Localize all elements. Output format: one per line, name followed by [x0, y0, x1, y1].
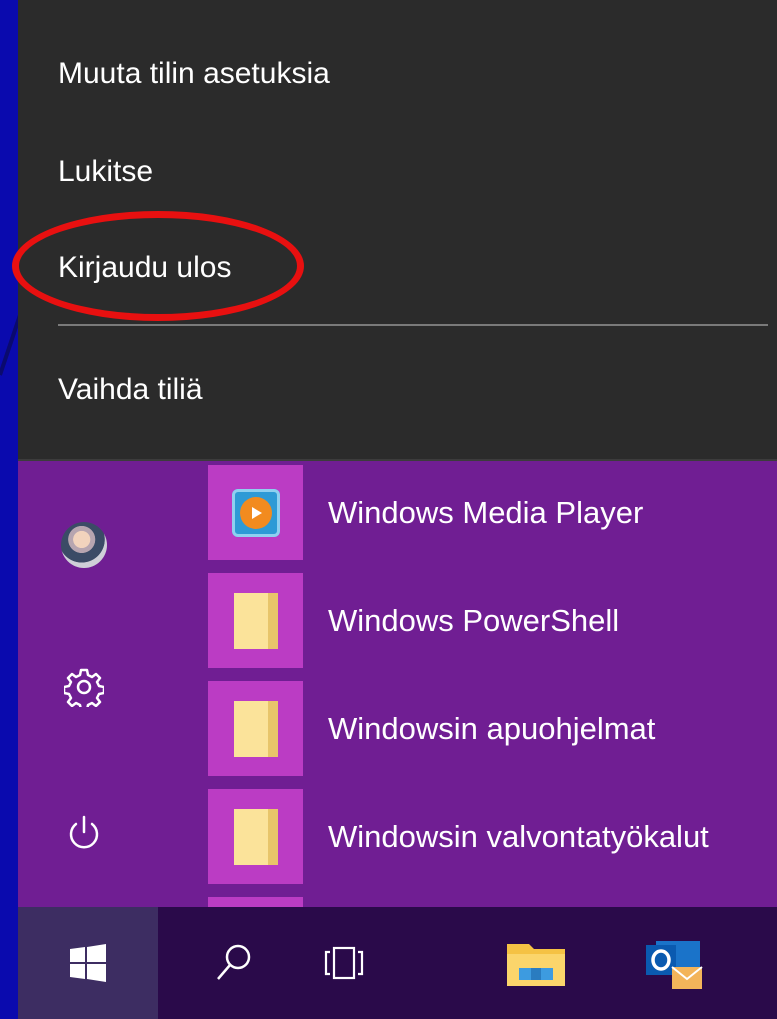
- app-label: Windows Media Player: [328, 495, 644, 530]
- app-item-windows-accessories[interactable]: Windowsin apuohjelmat: [208, 681, 777, 776]
- next-app-tile-peek: [208, 897, 303, 907]
- app-label: Windowsin apuohjelmat: [328, 711, 656, 746]
- change-account-settings-item[interactable]: Muuta tilin asetuksia: [58, 44, 738, 104]
- windows-media-player-icon: [231, 488, 280, 537]
- power-button[interactable]: [52, 801, 116, 865]
- search-icon: [217, 944, 251, 980]
- user-avatar: [61, 522, 107, 568]
- search-button[interactable]: [178, 907, 290, 1019]
- file-explorer-icon: [507, 944, 565, 986]
- app-tile: [208, 465, 303, 560]
- app-item-windows-media-player[interactable]: Windows Media Player: [208, 465, 777, 560]
- app-item-windows-admin-tools[interactable]: Windowsin valvontatyökalut: [208, 789, 777, 884]
- app-tile: [208, 789, 303, 884]
- switch-account-item[interactable]: Vaihda tiliä: [58, 360, 738, 420]
- folder-icon: [233, 592, 278, 649]
- app-tile: [208, 681, 303, 776]
- task-view-button[interactable]: [288, 907, 400, 1019]
- outlook-icon: [646, 941, 703, 989]
- file-explorer-button[interactable]: [480, 907, 592, 1019]
- taskbar: [18, 907, 777, 1019]
- app-label: Windows PowerShell: [328, 603, 620, 638]
- gear-icon: [64, 668, 104, 707]
- folder-icon: [233, 808, 278, 865]
- start-menu: Windows Media Player Windows PowerShell …: [18, 461, 777, 907]
- menu-separator: [58, 324, 768, 326]
- windows-start-icon: [70, 944, 106, 982]
- app-label: Windowsin valvontatyökalut: [328, 819, 709, 854]
- folder-icon: [233, 700, 278, 757]
- power-icon: [69, 815, 99, 849]
- settings-button[interactable]: [52, 655, 116, 719]
- lock-item[interactable]: Lukitse: [58, 142, 738, 202]
- highlight-ellipse: [12, 211, 304, 321]
- outlook-button[interactable]: [618, 907, 730, 1019]
- task-view-icon: [324, 946, 364, 980]
- app-tile: [208, 573, 303, 668]
- app-item-windows-powershell[interactable]: Windows PowerShell: [208, 573, 777, 668]
- start-button[interactable]: [18, 907, 158, 1019]
- user-account-button[interactable]: [52, 513, 116, 577]
